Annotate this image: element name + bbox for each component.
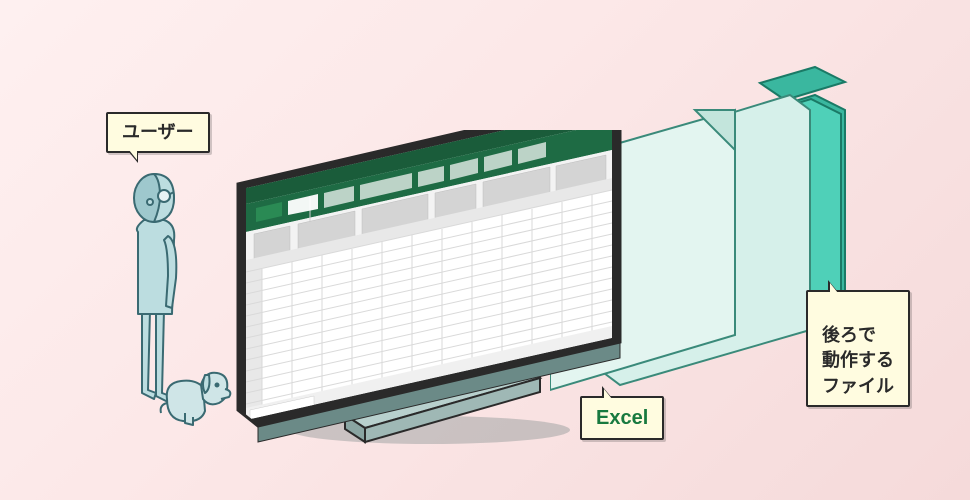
dog-illustration — [155, 365, 230, 425]
excel-label-bubble: Excel — [580, 396, 664, 440]
monitor-illustration — [220, 130, 620, 465]
background-files-label-bubble: 後ろで 動作する ファイル — [806, 290, 910, 407]
user-label-text: ユーザー — [122, 122, 194, 142]
excel-label-text: Excel — [596, 407, 648, 429]
background-files-label-text: 後ろで 動作する ファイル — [822, 325, 894, 395]
user-label-bubble: ユーザー — [106, 112, 210, 153]
